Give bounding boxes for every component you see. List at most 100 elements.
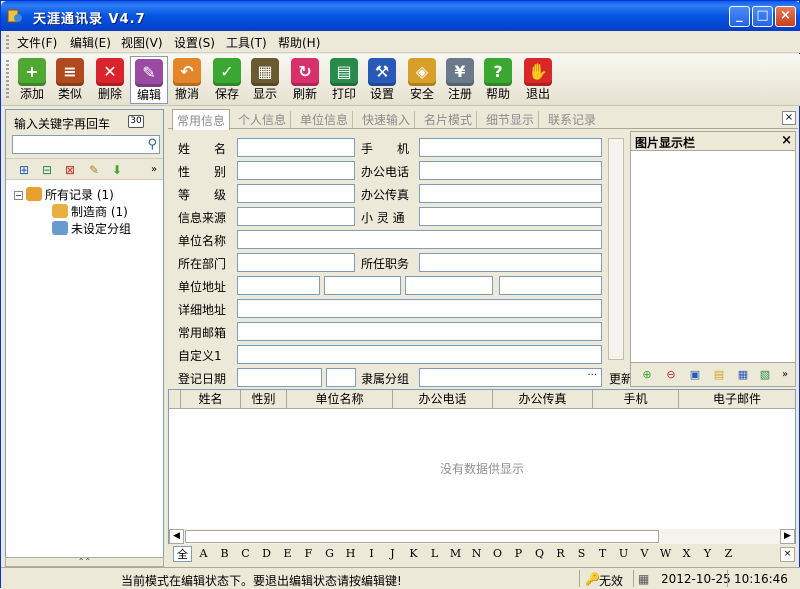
column-header[interactable]: 办公电话 [393, 390, 493, 409]
group-select[interactable]: ··· [419, 368, 602, 387]
edit-group-icon[interactable]: ⊟ [39, 162, 55, 178]
toolbar-button-10[interactable]: ◈ 安全 [403, 56, 441, 104]
close-filter-icon[interactable]: × [780, 547, 795, 562]
detail-address-field[interactable] [237, 299, 602, 318]
toolbar-button-5[interactable]: ✓ 保存 [208, 56, 246, 104]
alpha-filter-k[interactable]: K [404, 546, 423, 562]
alpha-filter-s[interactable]: S [572, 546, 591, 562]
tab-card-mode[interactable]: 名片模式 [420, 111, 478, 128]
city-field[interactable] [324, 276, 401, 295]
scroll-thumb[interactable] [185, 530, 659, 543]
xlt-field[interactable] [419, 207, 602, 226]
source-field[interactable] [237, 207, 355, 226]
alpha-filter-j[interactable]: J [383, 546, 402, 562]
tab-detail-view[interactable]: 细节显示 [482, 111, 540, 128]
department-field[interactable] [237, 253, 355, 272]
tab-company-info[interactable]: 单位信息 [296, 111, 354, 128]
capture-image-icon[interactable]: ▦ [735, 367, 751, 383]
minimize-button[interactable]: _ [729, 6, 750, 27]
toolbar-button-12[interactable]: ? 帮助 [479, 56, 517, 104]
toolbar-button-1[interactable]: ≡ 类似 [51, 56, 89, 104]
toolbar-button-4[interactable]: ↶ 撤消 [168, 56, 206, 104]
email-field[interactable] [237, 322, 602, 341]
menu-tools[interactable]: 工具(T) [226, 34, 267, 51]
menu-help[interactable]: 帮助(H) [278, 34, 320, 51]
toolbar-button-3[interactable]: ✎ 编辑 [130, 56, 168, 104]
alpha-filter-l[interactable]: L [425, 546, 444, 562]
close-icon[interactable]: × [781, 133, 792, 148]
toolbar-button-13[interactable]: ✋ 退出 [519, 56, 557, 104]
alpha-filter-g[interactable]: G [320, 546, 339, 562]
add-image-icon[interactable]: ⊕ [639, 367, 655, 383]
position-field[interactable] [419, 253, 602, 272]
tab-personal-info[interactable]: 个人信息 [234, 111, 292, 128]
alpha-filter-r[interactable]: R [551, 546, 570, 562]
collapse-toggle-icon[interactable]: − [14, 191, 23, 200]
fit-image-icon[interactable]: ▧ [757, 367, 773, 383]
alpha-filter-v[interactable]: V [635, 546, 654, 562]
mobile-field[interactable] [419, 138, 602, 157]
menu-edit[interactable]: 编辑(E) [70, 34, 111, 51]
alpha-filter-z[interactable]: Z [719, 546, 738, 562]
alpha-filter-a[interactable]: A [194, 546, 213, 562]
delete-group-icon[interactable]: ⊠ [62, 162, 78, 178]
form-scrollbar[interactable] [608, 138, 624, 360]
tab-common-info[interactable]: 常用信息 [172, 109, 231, 130]
province-field[interactable] [237, 276, 320, 295]
close-tab-icon[interactable]: × [782, 111, 796, 125]
toolbar-button-6[interactable]: ▦ 显示 [246, 56, 284, 104]
alpha-filter-all[interactable]: 全 [173, 546, 192, 562]
tree-item-ungrouped[interactable]: 未设定分组 [52, 220, 131, 237]
alpha-filter-m[interactable]: M [446, 546, 465, 562]
zip-field[interactable] [499, 276, 602, 295]
menu-view[interactable]: 视图(V) [121, 34, 163, 51]
menu-settings[interactable]: 设置(S) [174, 34, 215, 51]
search-input[interactable]: ⚲ [12, 135, 160, 154]
alpha-filter-e[interactable]: E [278, 546, 297, 562]
toolbar-button-11[interactable]: ¥ 注册 [441, 56, 479, 104]
alpha-filter-f[interactable]: F [299, 546, 318, 562]
district-field[interactable] [405, 276, 493, 295]
alpha-filter-q[interactable]: Q [530, 546, 549, 562]
office-fax-field[interactable] [419, 184, 602, 203]
company-field[interactable] [237, 230, 602, 249]
column-header[interactable]: 办公传真 [493, 390, 593, 409]
toolbar-button-9[interactable]: ⚒ 设置 [363, 56, 401, 104]
alpha-filter-n[interactable]: N [467, 546, 486, 562]
scroll-right-icon[interactable]: ▶ [780, 529, 795, 544]
toolbar-button-2[interactable]: ✕ 删除 [91, 56, 129, 104]
alpha-filter-w[interactable]: W [656, 546, 675, 562]
scroll-left-icon[interactable]: ◀ [169, 529, 184, 544]
menu-file[interactable]: 文件(F) [17, 34, 57, 51]
update-button[interactable]: 更新 [609, 370, 630, 387]
more-chevron-icon[interactable]: » [777, 367, 793, 383]
maximize-button[interactable]: □ [752, 6, 773, 27]
alpha-filter-i[interactable]: I [362, 546, 381, 562]
office-phone-field[interactable] [419, 161, 602, 180]
alpha-filter-u[interactable]: U [614, 546, 633, 562]
alpha-filter-c[interactable]: C [236, 546, 255, 562]
add-group-icon[interactable]: ⊞ [16, 162, 32, 178]
save-image-icon[interactable]: ▣ [687, 367, 703, 383]
group-properties-icon[interactable]: ✎ [86, 162, 102, 178]
column-header[interactable]: 电子邮件 [679, 390, 795, 409]
reg-date-field[interactable] [237, 368, 322, 387]
toolbar-button-7[interactable]: ↻ 刷新 [286, 56, 324, 104]
toolbar-button-8[interactable]: ▤ 打印 [325, 56, 363, 104]
tree-item-manufacturer[interactable]: 制造商 (1) [52, 203, 128, 220]
count-badge[interactable]: 30 [128, 115, 144, 128]
alpha-filter-y[interactable]: Y [698, 546, 717, 562]
move-down-icon[interactable]: ⬇ [109, 162, 125, 178]
alpha-filter-p[interactable]: P [509, 546, 528, 562]
name-field[interactable] [237, 138, 355, 157]
group-picker-button[interactable]: ··· [587, 370, 597, 381]
search-icon[interactable]: ⚲ [147, 137, 157, 152]
alpha-filter-h[interactable]: H [341, 546, 360, 562]
column-header[interactable]: 性别 [241, 390, 287, 409]
reg-time-field[interactable] [326, 368, 356, 387]
tab-contact-log[interactable]: 联系记录 [544, 111, 600, 128]
tab-quick-input[interactable]: 快速输入 [358, 111, 416, 128]
alpha-filter-o[interactable]: O [488, 546, 507, 562]
column-header[interactable]: 单位名称 [287, 390, 393, 409]
alpha-filter-d[interactable]: D [257, 546, 276, 562]
